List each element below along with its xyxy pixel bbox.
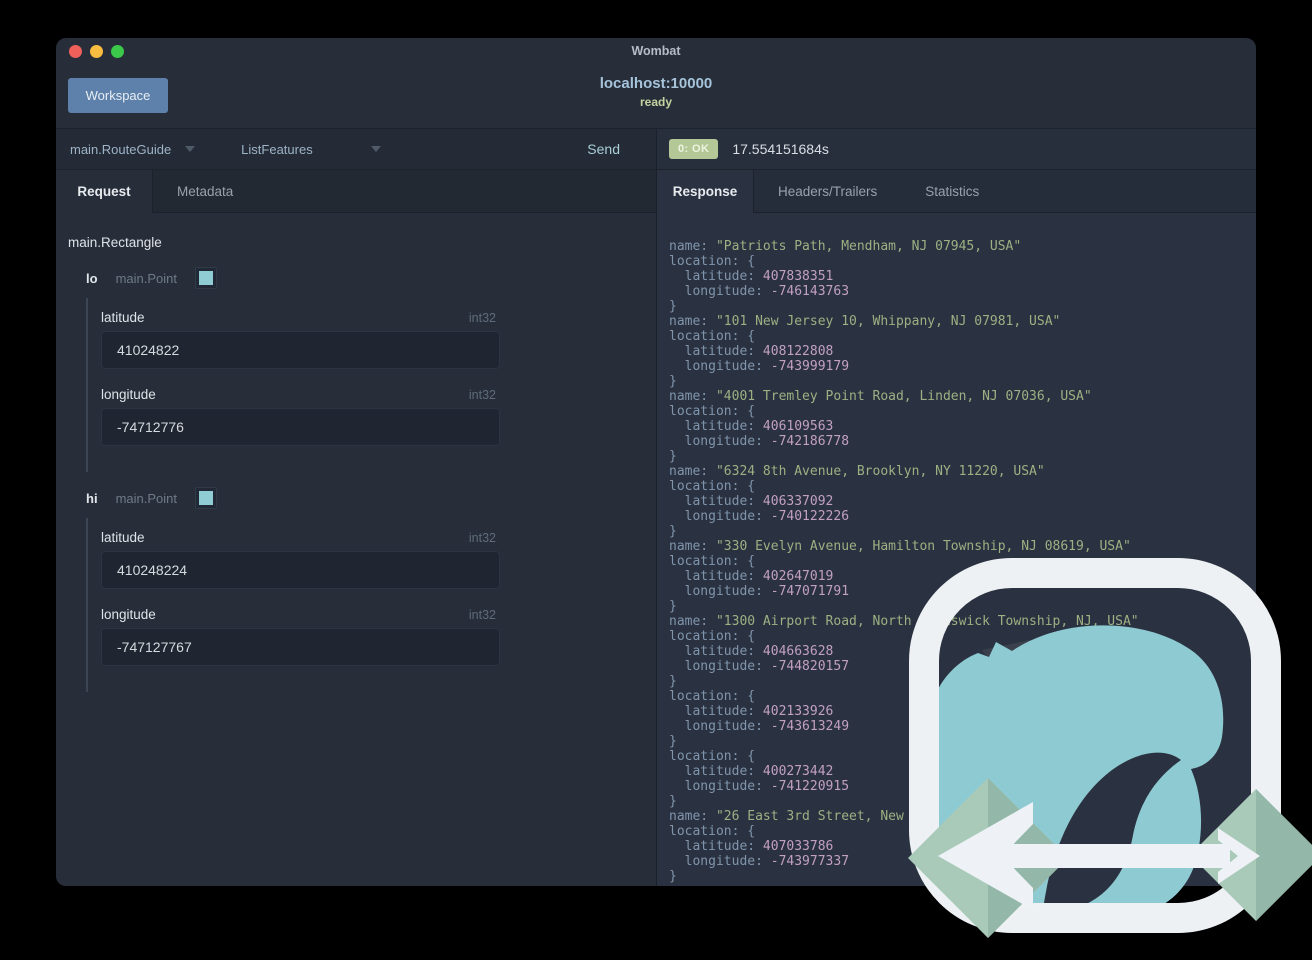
response-line: } (669, 869, 677, 884)
response-panel: 0: OK 17.554151684s Response Headers/Tra… (657, 129, 1256, 886)
group-name: lo (86, 270, 98, 286)
response-line: name: "4001 Tremley Point Road, Linden, … (669, 389, 1092, 404)
response-line: } (669, 524, 677, 539)
response-line: longitude: -743613249 (669, 719, 850, 734)
duration-text: 17.554151684s (732, 141, 829, 157)
request-panel: main.RouteGuide ListFeatures Send Reques… (56, 129, 656, 886)
wombat-window: Wombat Workspace localhost:10000 ready m… (56, 38, 1256, 886)
field-label: longitude (101, 607, 156, 622)
connection-header: Workspace localhost:10000 ready (56, 65, 1256, 129)
response-line: } (669, 299, 677, 314)
response-line: latitude: 404663628 (669, 644, 834, 659)
response-tabbar: Response Headers/Trailers Statistics (657, 170, 1256, 213)
response-line: latitude: 406337092 (669, 494, 834, 509)
status-badge: 0: OK (669, 139, 719, 159)
group-type: main.Point (115, 270, 177, 286)
field-type: int32 (468, 388, 496, 402)
response-line: name: "330 Evelyn Avenue, Hamilton Towns… (669, 539, 1131, 554)
method-select[interactable]: ListFeatures (241, 142, 381, 157)
request-action-bar: main.RouteGuide ListFeatures Send (56, 129, 656, 170)
response-line: longitude: -746143763 (669, 284, 850, 299)
response-line: longitude: -743999179 (669, 359, 850, 374)
response-line: } (669, 674, 677, 689)
tab-response[interactable]: Response (657, 170, 754, 213)
latitude-input-hi[interactable] (101, 551, 500, 589)
field-label: latitude (101, 530, 145, 545)
response-line: location: { (669, 479, 756, 494)
connection-status: ready (639, 95, 673, 109)
method-select-value: ListFeatures (241, 141, 313, 157)
service-select-value: main.RouteGuide (70, 141, 172, 157)
response-line: latitude: 402647019 (669, 569, 834, 584)
response-line: } (669, 374, 677, 389)
response-line: location: { (669, 824, 756, 839)
tab-request[interactable]: Request (56, 170, 153, 213)
service-select[interactable]: main.RouteGuide (70, 141, 196, 157)
response-line: location: { (669, 629, 756, 644)
response-line: location: { (669, 689, 756, 704)
request-tabbar: Request Metadata (56, 170, 656, 213)
response-line: location: { (669, 749, 756, 764)
group-checkbox[interactable] (194, 487, 217, 509)
response-action-bar: 0: OK 17.554151684s (657, 129, 1256, 170)
request-form: main.Rectangle lo main.Point latitude in… (56, 213, 656, 886)
tab-metadata[interactable]: Metadata (153, 170, 257, 212)
response-line: longitude: -742186778 (669, 434, 850, 449)
response-line: name: "6324 8th Avenue, Brooklyn, NY 112… (669, 464, 1045, 479)
response-line: } (669, 734, 677, 749)
tab-headers-trailers[interactable]: Headers/Trailers (754, 170, 901, 212)
latitude-input-lo[interactable] (101, 331, 500, 369)
group-name: hi (86, 490, 98, 506)
response-line: longitude: -744820157 (669, 659, 850, 674)
field-type: int32 (468, 608, 496, 622)
desktop: Wombat Workspace localhost:10000 ready m… (0, 0, 1312, 960)
response-line: longitude: -747071791 (669, 584, 850, 599)
titlebar: Wombat (56, 38, 1256, 65)
field-group-hi: hi main.Point latitude int32 410248224 l… (86, 486, 656, 692)
longitude-input-lo[interactable] (101, 408, 500, 446)
send-button[interactable]: Send (587, 141, 620, 157)
connection-target: localhost:10000 (599, 75, 713, 92)
response-line: location: { (669, 554, 756, 569)
group-checkbox[interactable] (194, 267, 217, 289)
response-line: name: "26 East 3rd Street, New Providenc… (669, 809, 1069, 824)
response-line: } (669, 794, 677, 809)
response-line: longitude: -743977337 (669, 854, 850, 869)
response-line: name: "Patriots Path, Mendham, NJ 07945,… (669, 239, 1022, 254)
field-group-lo: lo main.Point latitude int32 41024822 lo… (86, 266, 656, 472)
response-line: latitude: 407033786 (669, 839, 834, 854)
response-line: longitude: -741220915 (669, 779, 850, 794)
field-label: latitude (101, 310, 145, 325)
field-type: int32 (468, 311, 496, 325)
response-line: latitude: 402133926 (669, 704, 834, 719)
response-line: latitude: 400273442 (669, 764, 834, 779)
field-type: int32 (468, 531, 496, 545)
group-type: main.Point (115, 490, 177, 506)
response-line: } (669, 599, 677, 614)
response-line: name: "1300 Airport Road, North Brunswic… (669, 614, 1139, 629)
chevron-down-icon (185, 146, 196, 152)
longitude-input-hi[interactable] (101, 628, 500, 666)
response-line: location: { (669, 254, 756, 269)
response-line: latitude: 407838351 (669, 269, 834, 284)
response-line: latitude: 408122808 (669, 344, 834, 359)
window-title: Wombat (631, 44, 681, 58)
field-label: longitude (101, 387, 156, 402)
response-line: longitude: -740122226 (669, 509, 850, 524)
response-line: latitude: 406109563 (669, 419, 834, 434)
response-line: location: { (669, 404, 756, 419)
response-line: } (669, 449, 677, 464)
response-body[interactable]: name: "Patriots Path, Mendham, NJ 07945,… (657, 213, 1256, 886)
response-line: name: "101 New Jersey 10, Whippany, NJ 0… (669, 314, 1061, 329)
tab-statistics[interactable]: Statistics (901, 170, 1003, 212)
response-line: location: { (669, 329, 756, 344)
message-type-label: main.Rectangle (68, 235, 162, 250)
chevron-down-icon (370, 146, 381, 152)
